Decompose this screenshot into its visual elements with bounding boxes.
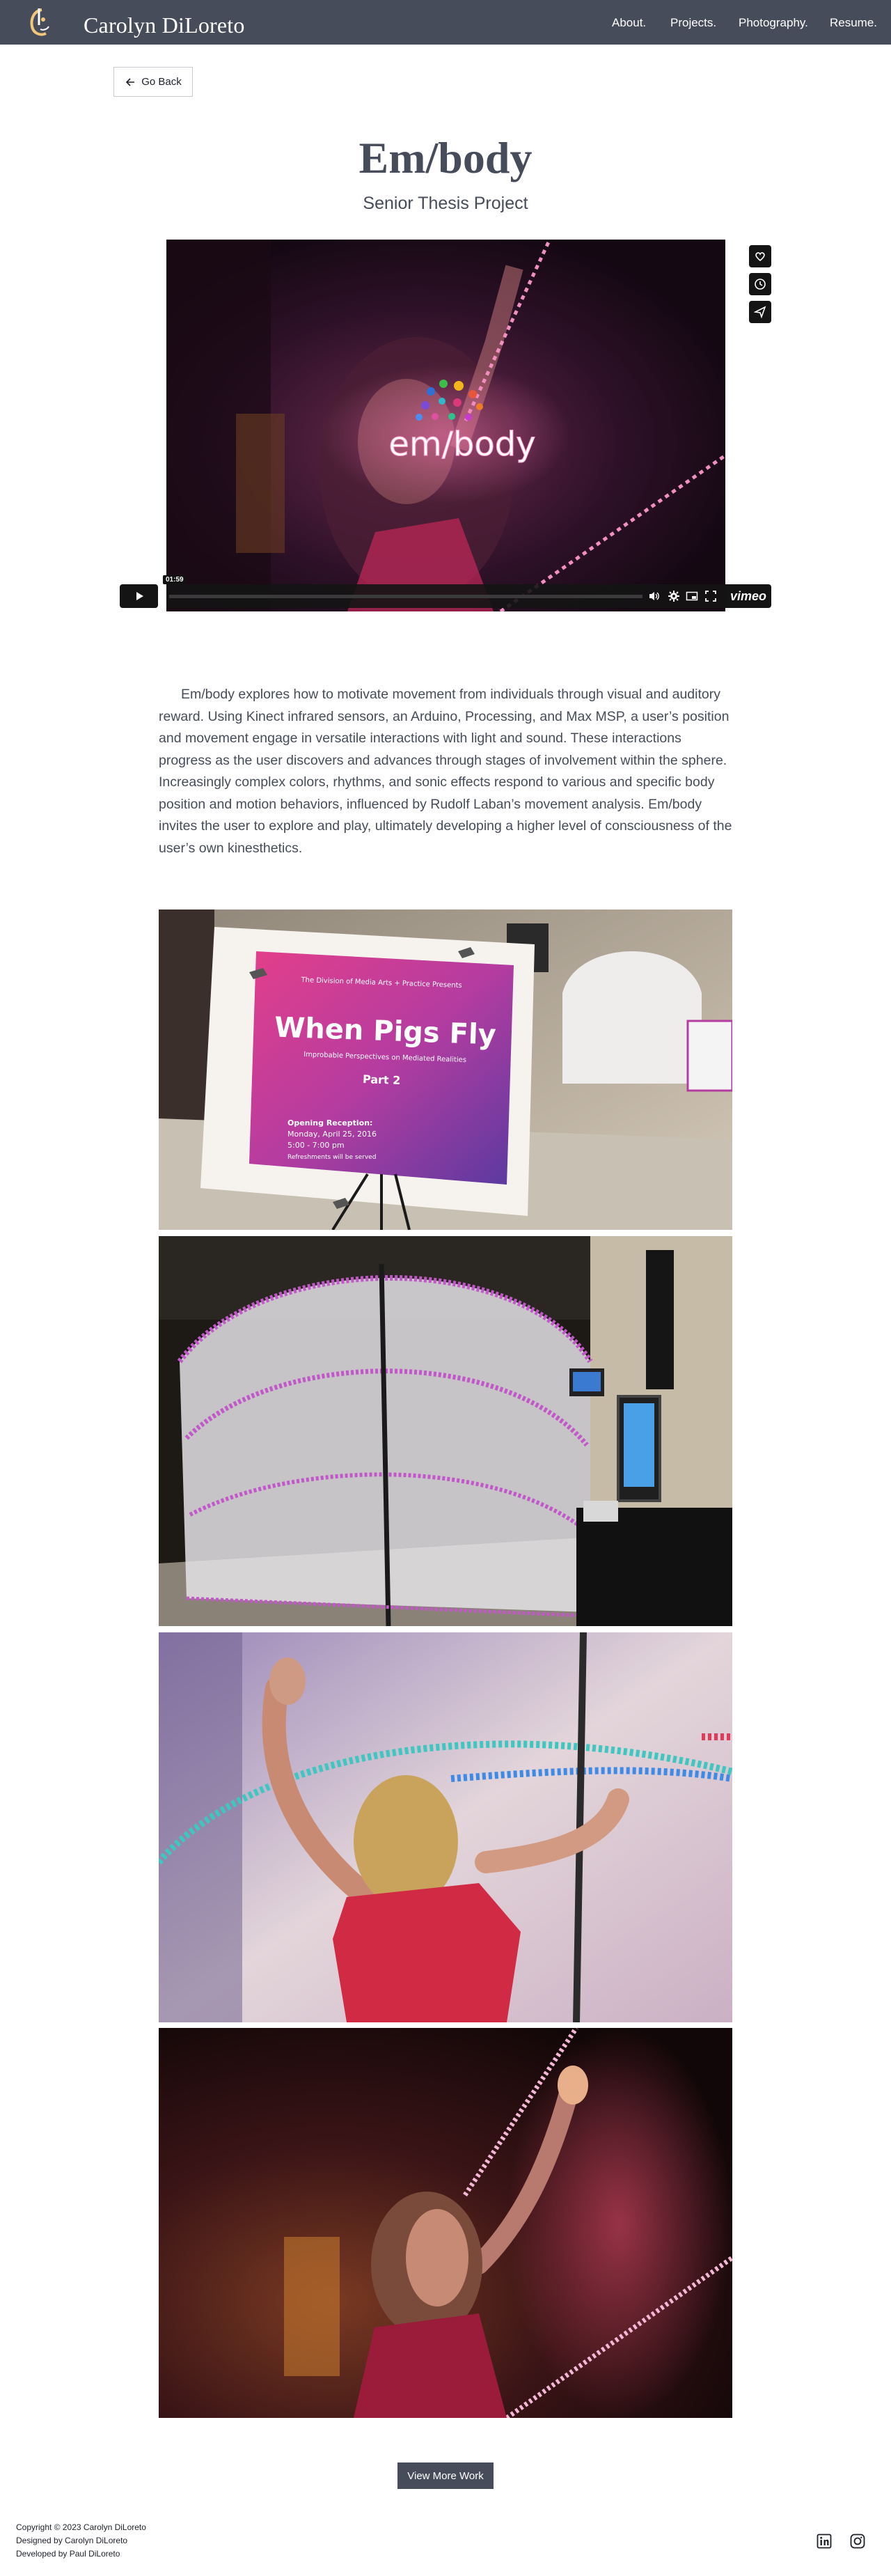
photo-participant-reaching-lights [159,2028,732,2418]
footer-copyright: Copyright © 2023 Carolyn DiLoreto [16,2522,146,2532]
poster-part: Part 2 [363,1072,401,1087]
play-button[interactable] [120,584,158,608]
send-icon [754,306,766,318]
clock-icon [755,279,766,290]
photo-exhibition-poster: The Division of Media Arts + Practice Pr… [159,910,732,1230]
settings-gear-icon[interactable] [668,590,680,602]
video-progress-bar[interactable] [169,595,642,598]
linkedin-icon[interactable] [817,2534,832,2549]
footer-designed-by: Designed by Carolyn DiLoreto [16,2536,128,2545]
go-back-label: Go Back [141,76,182,88]
nav-photography[interactable]: Photography. [739,16,808,30]
poster-reception-label: Opening Reception: [287,1118,372,1127]
share-button[interactable] [749,301,771,323]
watch-later-button[interactable] [749,273,771,295]
nav-projects[interactable]: Projects. [670,16,716,30]
video-player[interactable]: em/body [166,240,725,611]
instagram-icon[interactable] [850,2534,865,2549]
video-timestamp: 01:59 [163,575,187,584]
vimeo-logo[interactable]: vimeo [725,584,771,608]
go-back-button[interactable]: Go Back [113,67,193,97]
video-logo-text: em/body [388,425,535,464]
view-more-work-button[interactable]: View More Work [397,2462,494,2489]
poster-reception-date: Monday, April 25, 2016 [287,1130,377,1139]
poster-refreshments: Refreshments will be served [287,1154,376,1161]
play-icon [136,592,143,600]
site-logo-icon[interactable] [26,6,54,39]
nav-about[interactable]: About. [612,16,646,30]
project-description: Em/body explores how to motivate movemen… [159,687,732,856]
site-brand[interactable]: Carolyn DiLoreto [84,13,245,38]
volume-icon[interactable] [648,590,661,602]
poster-reception-time: 5:00 - 7:00 pm [287,1141,345,1150]
project-subtitle: Senior Thesis Project [363,194,528,213]
video-controls [166,584,725,608]
fullscreen-icon[interactable] [704,590,717,602]
video-thumbnail: em/body [166,240,725,611]
nav-resume[interactable]: Resume. [830,16,877,30]
footer-developed-by: Developed by Paul DiLoreto [16,2549,120,2559]
site-header: Carolyn DiLoreto About. Projects. Photog… [0,0,891,45]
like-button[interactable] [749,245,771,267]
project-title: Em/body [358,133,533,182]
photo-installation-dome [159,1236,732,1626]
photo-participant-arms-raised [159,1632,732,2022]
heart-icon [755,252,765,262]
picture-in-picture-icon[interactable] [686,590,698,602]
arrow-left-icon [126,77,135,86]
